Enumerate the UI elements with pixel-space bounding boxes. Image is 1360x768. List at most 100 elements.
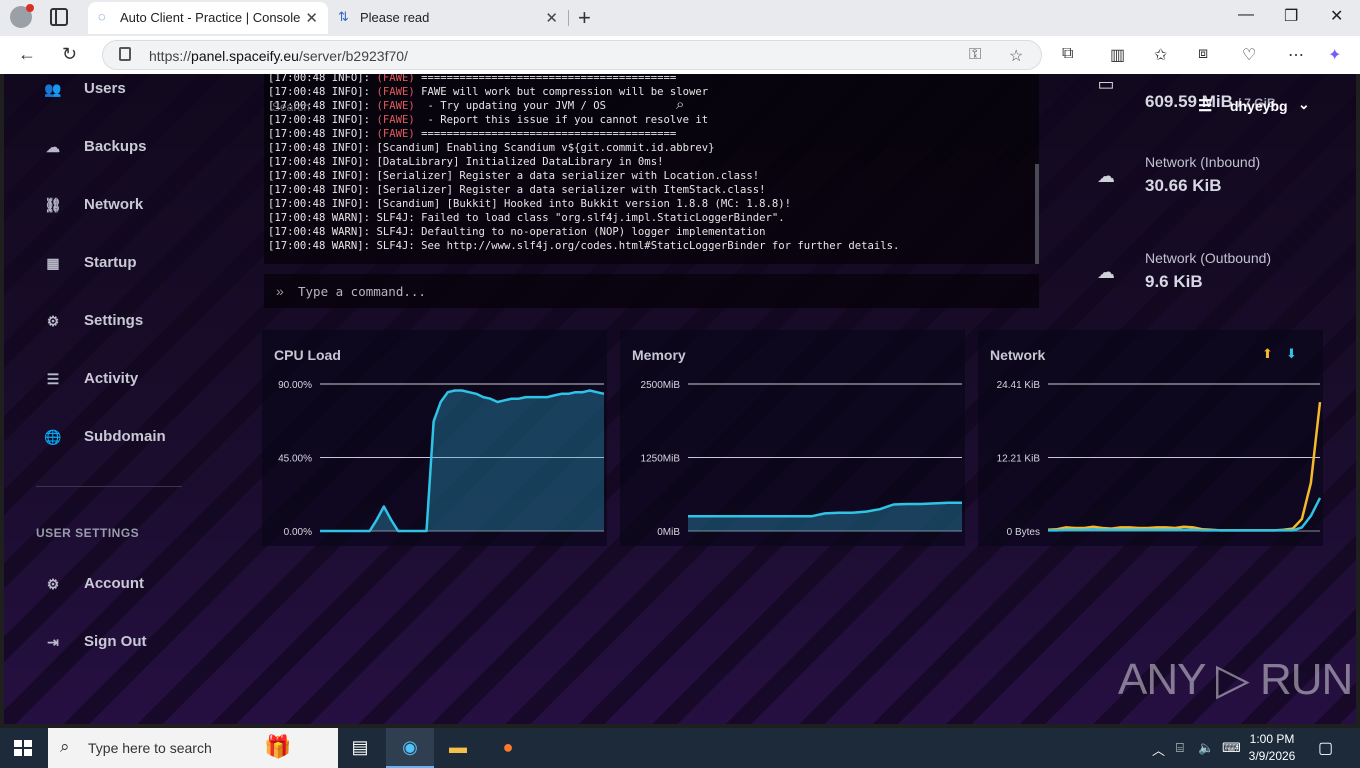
browser-toolbar: ← ↻ https://panel.spaceify.eu/server/b29… xyxy=(0,36,1360,74)
chart-title: Memory xyxy=(632,347,686,363)
sidebar-divider xyxy=(36,486,182,487)
sidebar-item-label: Network xyxy=(84,196,144,213)
new-tab-icon[interactable]: + xyxy=(578,5,591,31)
disk-stat: ▭ 609.59 MiB / 7 GiB xyxy=(1090,74,1356,140)
extensions-icon[interactable]: ⧉ xyxy=(1062,45,1073,63)
cloud-icon: ☁ xyxy=(46,139,60,155)
copilot-icon[interactable]: ✦ xyxy=(1328,45,1341,65)
user-settings-heading: USER SETTINGS xyxy=(36,526,140,540)
url-text[interactable]: https://panel.spaceify.eu/server/b2923f7… xyxy=(149,48,408,64)
stat-label: Network (Outbound) xyxy=(1145,250,1272,266)
split-screen-icon[interactable]: ▥ xyxy=(1110,45,1125,65)
console-line: [17:00:48 INFO]: [Scandium] [Bukkit] Hoo… xyxy=(268,198,792,210)
sidebar-item-label: Backups xyxy=(84,138,147,155)
y-tick-label: 45.00% xyxy=(278,454,312,465)
windows-taskbar: ⌕ Type here to search 🎁 ▤ ◉ ▬ ● ︿ ⌸ 🔈 ⌨ … xyxy=(0,728,1360,768)
y-tick-label: 12.21 KiB xyxy=(997,454,1041,465)
back-arrow-icon[interactable]: ← xyxy=(18,44,36,65)
close-tab-icon[interactable]: ✕ xyxy=(545,9,558,27)
favorite-star-icon[interactable]: ☆ xyxy=(1009,46,1023,66)
network-tray-icon[interactable]: ⌸ xyxy=(1176,740,1184,756)
anyrun-watermark: ANY ▷ RUN xyxy=(1118,655,1353,704)
file-explorer-icon[interactable]: ▬ xyxy=(434,728,482,768)
console-line: [17:00:48 INFO]: (FAWE) - Try updating y… xyxy=(268,100,607,112)
browser-essentials-icon[interactable]: ♡ xyxy=(1242,45,1256,65)
task-view-icon[interactable]: ▤ xyxy=(336,728,384,768)
console-line: [17:00:48 INFO]: [Scandium] Enabling Sca… xyxy=(268,142,715,154)
edge-browser-icon[interactable]: ◉ xyxy=(386,728,434,768)
reload-icon[interactable]: ↻ xyxy=(62,44,77,65)
chevron-up-icon[interactable]: ︿ xyxy=(1152,740,1165,759)
sidebar-item-label: Subdomain xyxy=(84,428,166,445)
tab-divider xyxy=(568,10,569,26)
cloud-upload-icon: ☁ xyxy=(1097,262,1115,282)
lock-icon[interactable] xyxy=(119,47,131,61)
cpu-load-card: 0.00% 45.00% 90.00% CPU Load xyxy=(262,330,607,546)
chart-title: Network xyxy=(990,347,1046,363)
y-tick-label: 1250MiB xyxy=(641,454,681,465)
sidebar-item-label: Users xyxy=(84,80,126,97)
search-icon[interactable]: ⌕ xyxy=(676,96,684,113)
more-menu-icon[interactable]: ⋯ xyxy=(1288,45,1304,65)
favorites-icon[interactable]: ✩ xyxy=(1154,45,1167,65)
tab-console[interactable]: ◌ Auto Client - Practice | Console ✕ xyxy=(88,2,328,34)
console-line: [17:00:48 INFO]: (FAWE) - Report this is… xyxy=(268,114,709,126)
chevrons-right-icon: » xyxy=(276,283,284,299)
network-outbound-stat: ☁ Network (Outbound) 9.6 KiB xyxy=(1090,250,1356,320)
console-line: [17:00:48 INFO]: [DataLibrary] Initializ… xyxy=(268,156,664,168)
profile-avatar-icon[interactable] xyxy=(10,4,34,28)
sidebar-item-label: Startup xyxy=(84,254,137,271)
address-bar[interactable]: https://panel.spaceify.eu/server/b2923f7… xyxy=(102,40,1042,70)
console-line: [17:00:48 INFO]: [Serializer] Register a… xyxy=(268,184,766,196)
sidebar: 👥 Users ☁ Backups ⛓ Network ▦ Startup ⚙ Setti… xyxy=(4,74,194,724)
windows-start-icon[interactable] xyxy=(14,740,32,756)
console-search-label: Search xyxy=(272,100,311,114)
command-input[interactable] xyxy=(298,280,998,302)
clock-date: 3/9/2026 xyxy=(1248,749,1296,763)
volume-icon[interactable]: 🔈 xyxy=(1198,740,1214,756)
gift-icon: 🎁 xyxy=(264,734,292,759)
series-area xyxy=(320,390,604,531)
search-icon: ⌕ xyxy=(60,737,70,756)
key-icon[interactable]: ⚿ xyxy=(969,46,981,64)
notification-dot xyxy=(26,4,34,12)
tab-please-read[interactable]: ⇅ Please read ✕ xyxy=(328,2,568,34)
list-icon: ☰ xyxy=(46,371,60,387)
y-tick-label: 0 Bytes xyxy=(1007,527,1040,538)
server-console-page: 👥 Users ☁ Backups ⛓ Network ▦ Startup ⚙ Setti… xyxy=(4,74,1356,724)
y-tick-label: 24.41 KiB xyxy=(997,380,1041,391)
console-line: [17:00:48 INFO]: (FAWE) ================… xyxy=(268,128,677,140)
taskbar-clock[interactable]: 1:00 PM 3/9/2026 xyxy=(1242,731,1302,765)
tab-title: Auto Client - Practice | Console xyxy=(120,10,301,25)
network-card: 0 Bytes 12.21 KiB 24.41 KiB Network ⬆ ⬇ xyxy=(978,330,1323,546)
console-line: [17:00:48 WARN]: SLF4J: Failed to load c… xyxy=(268,212,785,224)
taskbar-search-placeholder: Type here to search xyxy=(88,740,212,756)
command-bar: » xyxy=(264,274,1039,308)
y-tick-label: 2500MiB xyxy=(641,380,681,391)
browser-tab-bar: ◌ Auto Client - Practice | Console ✕ ⇅ P… xyxy=(0,0,1360,36)
console-line: [17:00:48 WARN]: SLF4J: See http://www.s… xyxy=(268,240,900,252)
globe-icon: 🌐 xyxy=(44,429,62,445)
stat-label: Network (Inbound) xyxy=(1145,154,1261,170)
collections-icon[interactable]: ⧈ xyxy=(1198,45,1208,63)
upload-legend-icon: ⬆ xyxy=(1262,346,1273,361)
language-icon[interactable]: ⌨ xyxy=(1222,740,1241,756)
series-line xyxy=(1047,401,1322,532)
hard-drive-icon: ▭ xyxy=(1097,74,1115,94)
taskbar-search[interactable]: ⌕ Type here to search 🎁 xyxy=(48,728,338,768)
tab-actions-icon[interactable] xyxy=(50,8,68,26)
firefox-icon[interactable]: ● xyxy=(484,728,532,768)
minimize-icon[interactable]: — xyxy=(1238,6,1254,24)
console-output[interactable]: [17:00:48 INFO]: (FAWE) ================… xyxy=(264,74,1039,264)
console-scrollbar[interactable] xyxy=(1035,164,1039,264)
username: dhyeybg xyxy=(1230,98,1288,114)
restore-icon[interactable]: ❐ xyxy=(1284,6,1298,26)
tab-title: Please read xyxy=(360,10,430,25)
notifications-icon[interactable]: ▢ xyxy=(1318,738,1333,758)
page-favicon-icon: ◌ xyxy=(98,9,106,24)
close-window-icon[interactable]: ✕ xyxy=(1330,6,1343,26)
console-line: [17:00:48 WARN]: SLF4J: Defaulting to no… xyxy=(268,226,766,238)
y-tick-label: 90.00% xyxy=(278,380,312,391)
close-tab-icon[interactable]: ✕ xyxy=(305,9,318,27)
console-line: [17:00:48 INFO]: (FAWE) ================… xyxy=(268,74,677,84)
